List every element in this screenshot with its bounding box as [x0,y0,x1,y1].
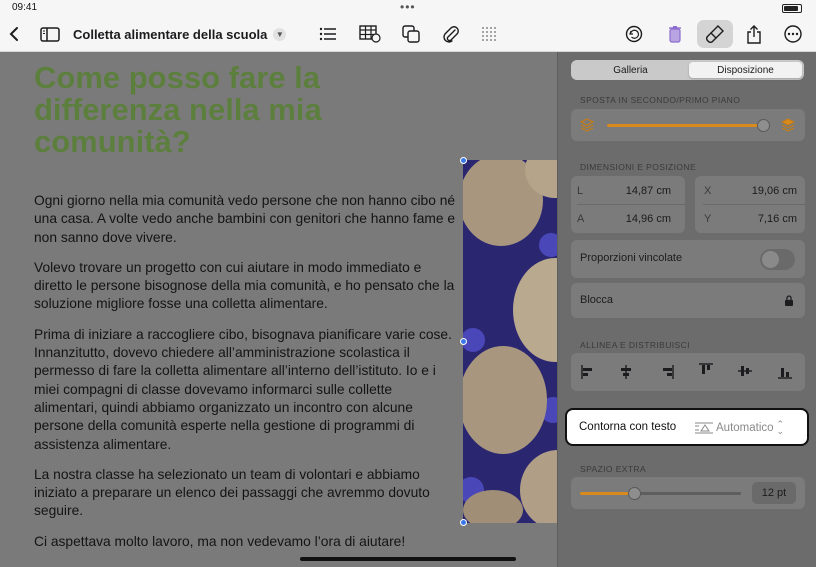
document-body[interactable]: Ogni giorno nella mia comunità vedo pers… [34,192,458,563]
home-indicator [300,557,516,561]
paragraph[interactable]: Ogni giorno nella mia comunità vedo pers… [34,192,458,247]
align-center-icon[interactable] [619,365,633,379]
y-field[interactable]: 7,16 cm [758,213,797,225]
status-bar: 09:41 ••• [0,0,816,16]
sidebar-icon[interactable] [38,16,62,52]
paragraph[interactable]: La nostra classe ha selezionato un team … [34,466,458,521]
width-label: L [577,185,584,197]
x-field[interactable]: 19,06 cm [752,185,797,197]
trash-icon[interactable] [664,16,686,52]
panel-tabs: Galleria Disposizione [571,60,804,80]
copy-shape-icon[interactable] [398,16,424,52]
align-right-icon[interactable] [660,365,674,379]
selection-handle[interactable] [460,519,467,526]
share-icon[interactable] [743,16,765,52]
document-heading[interactable]: Come posso fare la differenza nella mia … [34,62,364,158]
move-slider-knob[interactable] [757,119,770,132]
divider [577,204,685,205]
width-field[interactable]: 14,87 cm [626,185,671,197]
constrain-proportions-toggle[interactable] [760,249,795,270]
wrap-text-popup[interactable]: Automatico ⌃ ⌄ [695,419,785,436]
wrap-auto-icon [695,422,713,434]
wrap-text-row[interactable]: Contorna con testo Automatico ⌃ ⌄ [565,408,809,446]
back-chevron-icon[interactable] [4,16,24,52]
spacing-slider-track[interactable] [635,492,741,495]
constrain-proportions-label: Proporzioni vincolate [580,252,683,264]
selection-handle[interactable] [460,338,467,345]
size-card: L 14,87 cm A 14,96 cm [571,176,685,233]
lock-icon [784,294,794,307]
bring-forward-icon[interactable] [781,118,795,132]
eggs-photo[interactable] [463,160,557,523]
align-bottom-icon[interactable] [778,365,792,379]
wrap-text-value: Automatico [716,422,774,434]
multitasking-dots-icon[interactable]: ••• [400,0,416,14]
y-label: Y [704,213,712,225]
constrain-proportions-row[interactable]: Proporzioni vincolate [571,240,805,278]
lock-row[interactable]: Blocca [571,283,805,318]
align-card [571,353,805,391]
spacing-card: 12 pt [571,477,805,509]
updown-chevron-icon: ⌃ ⌄ [776,419,785,436]
divider [703,204,805,205]
document-canvas[interactable]: Come posso fare la differenza nella mia … [0,52,557,567]
align-top-icon[interactable] [699,363,713,377]
spacing-slider-knob[interactable] [628,487,641,500]
position-card: X 19,06 cm Y 7,16 cm [695,176,805,233]
format-panel: Galleria Disposizione SPOSTA IN SECONDO/… [557,52,816,567]
more-icon[interactable] [782,16,804,52]
align-section-title: ALLINEA E DISTRIBUISCI [580,340,690,350]
tab-gallery[interactable]: Galleria [573,62,688,78]
move-slider-track[interactable] [607,124,767,127]
status-time: 09:41 [12,2,38,13]
title-menu-chevron-icon[interactable]: ▼ [273,27,287,41]
height-field[interactable]: 14,96 cm [626,213,671,225]
document-title[interactable]: Colletta alimentare della scuola ▼ [73,16,287,52]
battery-icon [782,4,802,13]
wrap-text-label: Contorna con testo [579,421,677,433]
move-slider-card [571,109,805,141]
undo-icon[interactable] [622,16,646,52]
spacing-value-field[interactable]: 12 pt [752,482,796,504]
list-icon[interactable] [316,16,340,52]
paragraph[interactable]: Volevo trovare un progetto con cui aiuta… [34,259,458,314]
align-middle-icon[interactable] [738,364,752,378]
paragraph[interactable]: Prima di iniziare a raccogliere cibo, bi… [34,326,458,454]
height-label: A [577,213,585,225]
table-icon[interactable] [356,16,384,52]
move-section-title: SPOSTA IN SECONDO/PRIMO PIANO [580,95,741,105]
paragraph[interactable]: Ci aspettava molto lavoro, ma non vedeva… [34,533,458,551]
spacing-slider-fill[interactable] [580,492,635,495]
document-title-text: Colletta alimentare della scuola [73,26,268,42]
toolbar: Colletta alimentare della scuola ▼ [0,16,816,52]
dimensions-section-title: DIMENSIONI E POSIZIONE [580,162,697,172]
tab-arrange[interactable]: Disposizione [689,62,802,78]
lock-label: Blocca [580,294,614,306]
grid-icon[interactable] [478,16,500,52]
send-backward-icon[interactable] [580,118,594,132]
selection-handle[interactable] [460,157,467,164]
x-label: X [704,185,712,197]
paintbrush-icon[interactable] [697,20,733,48]
align-left-icon[interactable] [581,365,595,379]
spacing-section-title: SPAZIO EXTRA [580,464,647,474]
paperclip-icon[interactable] [439,16,463,52]
